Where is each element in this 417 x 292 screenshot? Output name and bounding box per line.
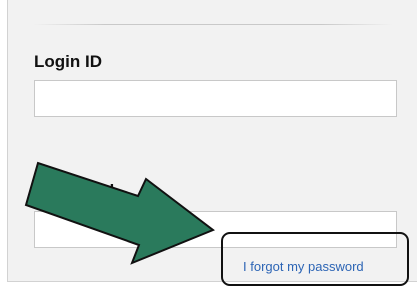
page: Login ID Password I forgot my password — [0, 0, 417, 292]
login-id-label: Login ID — [34, 52, 102, 71]
password-input[interactable] — [34, 211, 397, 248]
panel-divider — [33, 24, 393, 25]
login-id-input[interactable] — [34, 80, 397, 117]
forgot-password-link[interactable]: I forgot my password — [243, 259, 364, 274]
password-label: Password — [34, 181, 115, 200]
